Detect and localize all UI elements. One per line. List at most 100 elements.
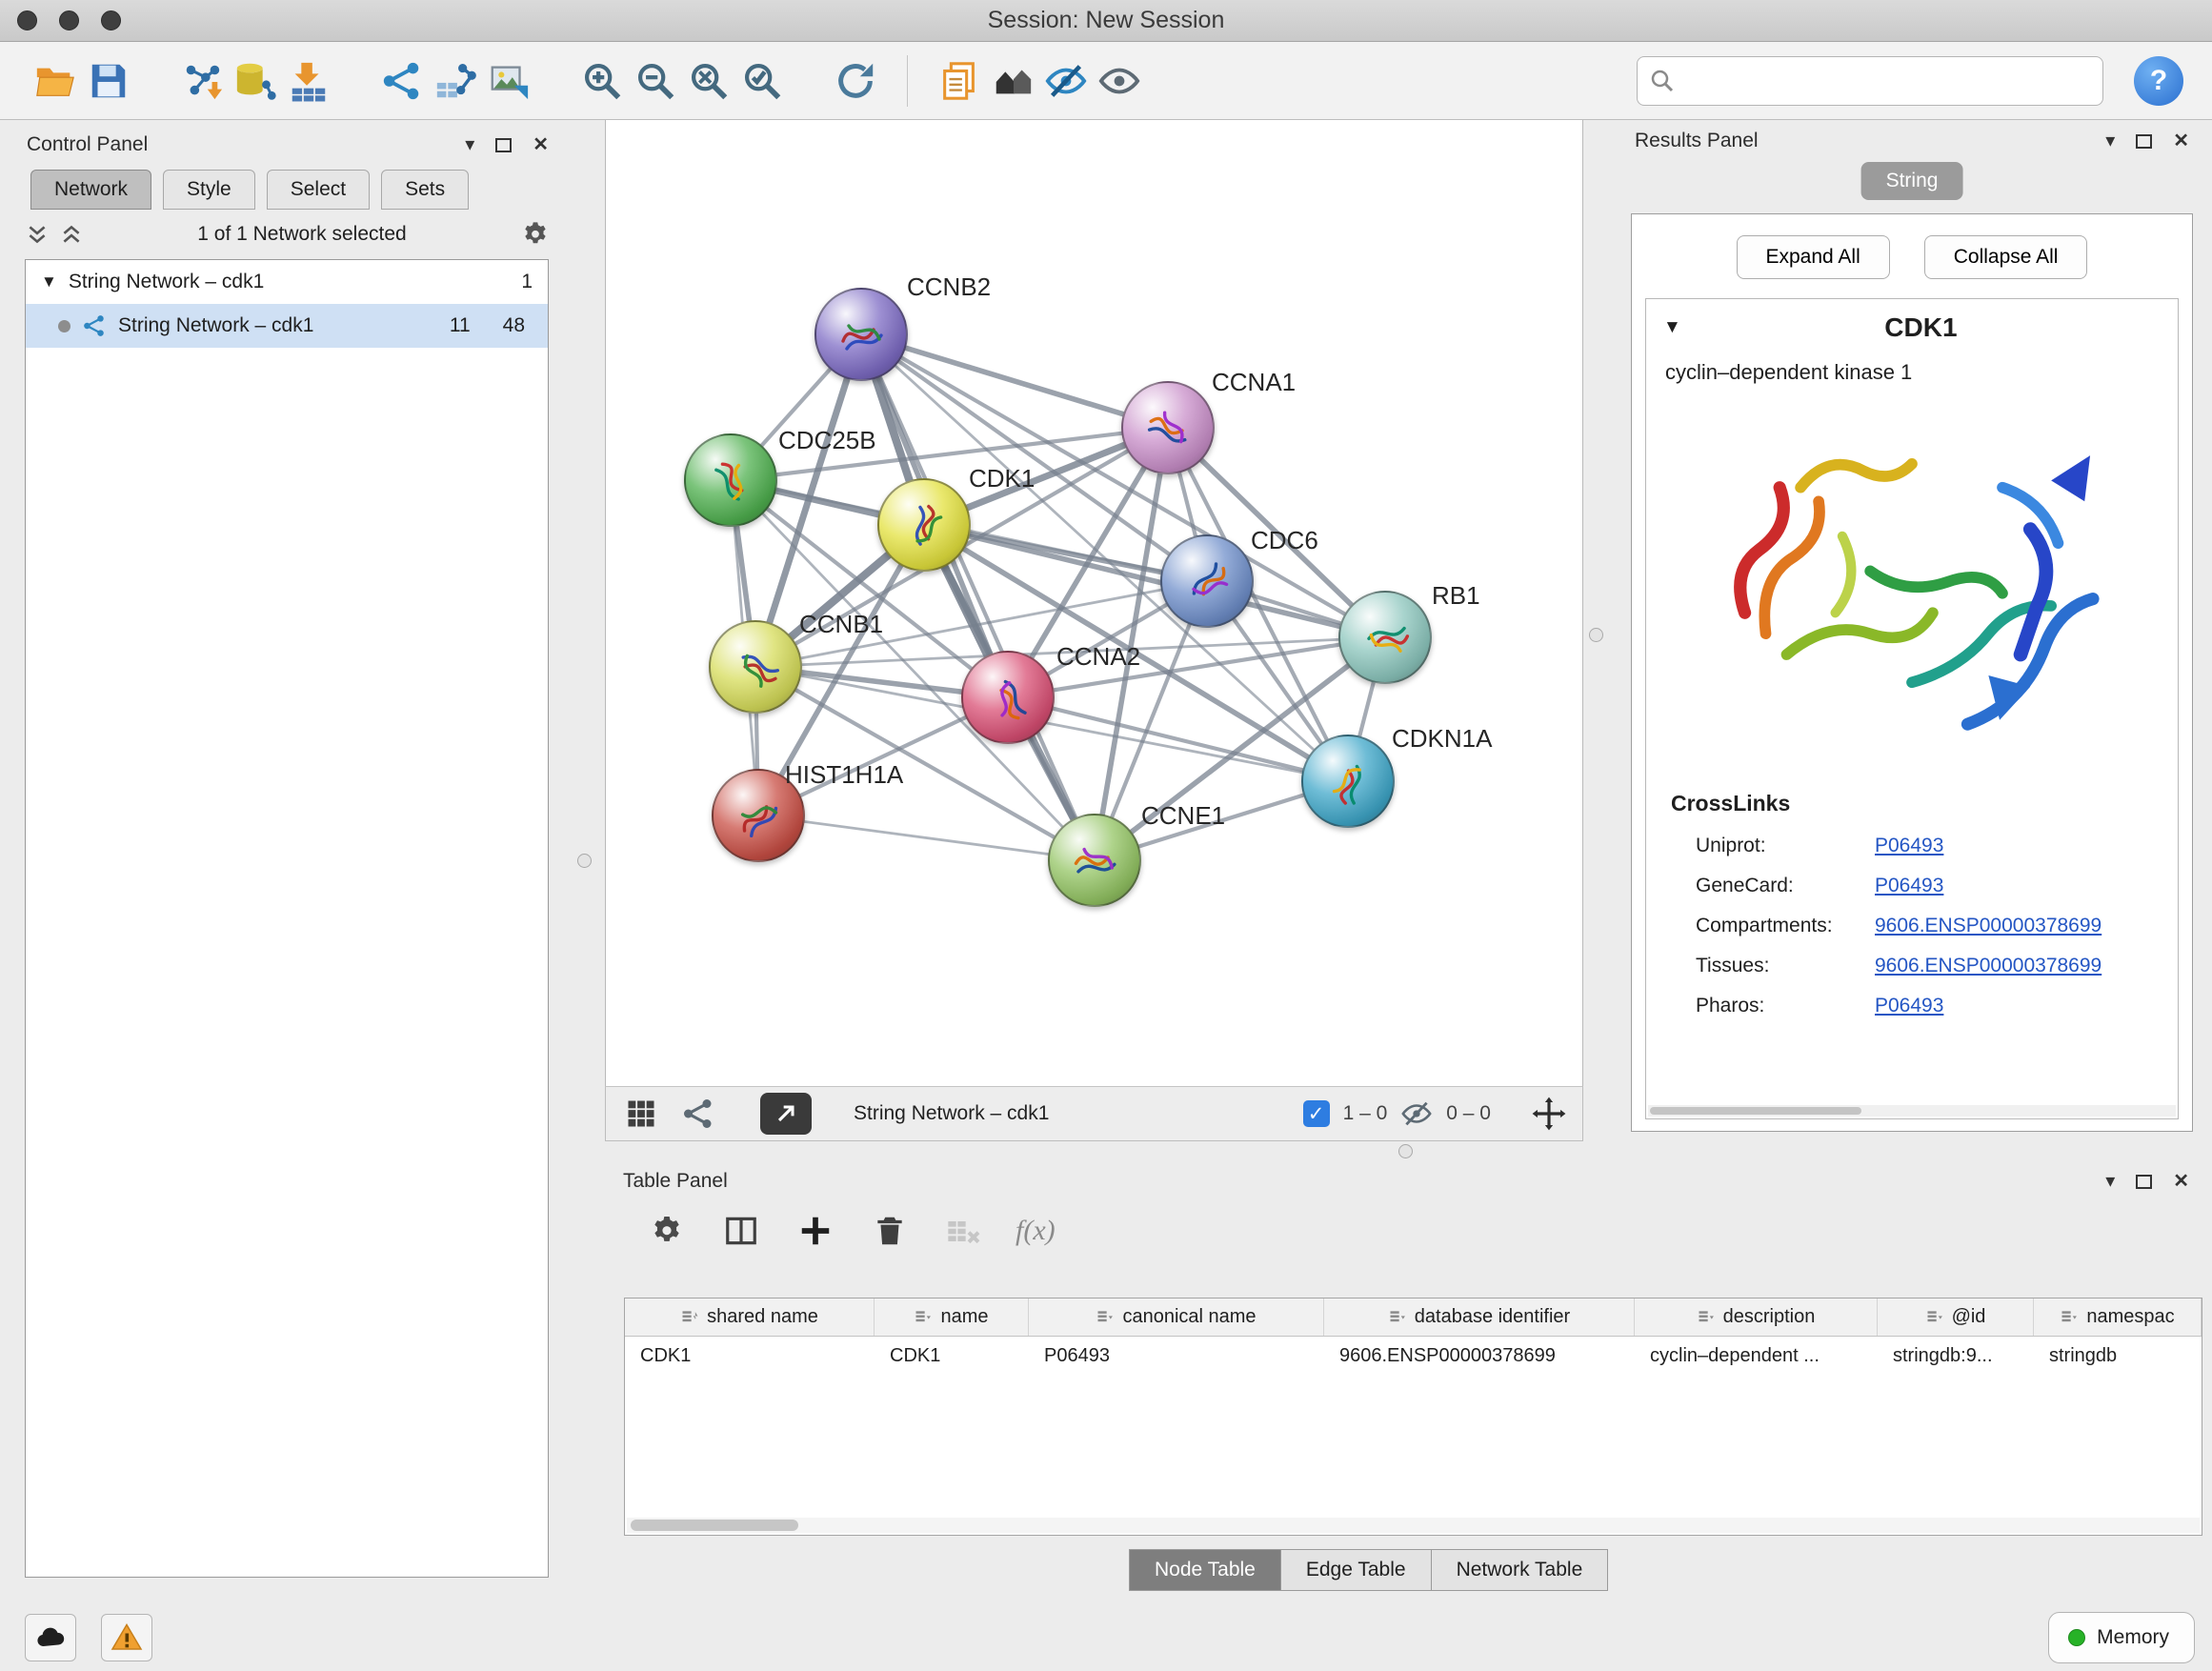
network-node-ccna1[interactable] xyxy=(1121,381,1215,474)
detach-view-button[interactable] xyxy=(760,1093,812,1135)
tissues-link[interactable]: 9606.ENSP00000378699 xyxy=(1875,955,2101,977)
tab-select[interactable]: Select xyxy=(267,170,370,210)
horizontal-scrollbar[interactable] xyxy=(627,1518,2200,1533)
compartments-link[interactable]: 9606.ENSP00000378699 xyxy=(1875,915,2101,937)
zoom-selected-button[interactable] xyxy=(735,54,789,108)
left-splitter-handle[interactable] xyxy=(577,854,592,868)
close-window-icon[interactable] xyxy=(17,10,37,30)
tab-style[interactable]: Style xyxy=(163,170,255,210)
add-column-icon[interactable] xyxy=(793,1208,838,1254)
network-node-rb1[interactable] xyxy=(1338,591,1432,684)
tab-edge-table[interactable]: Edge Table xyxy=(1281,1549,1432,1591)
column-header[interactable]: name xyxy=(875,1299,1029,1336)
memory-button[interactable]: Memory xyxy=(2048,1612,2195,1663)
string-tab-badge[interactable]: String xyxy=(1861,162,1963,200)
protein-thumbnail-image xyxy=(893,493,959,560)
minimize-window-icon[interactable] xyxy=(59,10,79,30)
network-collection-row[interactable]: ▼ String Network – cdk1 1 xyxy=(26,260,548,304)
cell-namespace[interactable]: stringdb xyxy=(2034,1345,2202,1367)
table-row[interactable]: CDK1 CDK1 P06493 9606.ENSP00000378699 cy… xyxy=(625,1337,2202,1375)
network-node-cdc25b[interactable] xyxy=(684,433,777,527)
cell-name[interactable]: CDK1 xyxy=(875,1345,1029,1367)
show-columns-icon[interactable] xyxy=(718,1208,764,1254)
function-builder-icon[interactable]: f(x) xyxy=(1016,1215,1056,1247)
network-node-ccnb2[interactable] xyxy=(814,288,908,381)
import-network-database-button[interactable] xyxy=(229,54,282,108)
delete-column-trash-icon[interactable] xyxy=(867,1208,913,1254)
cell-database-identifier[interactable]: 9606.ENSP00000378699 xyxy=(1324,1345,1635,1367)
network-node-ccne1[interactable] xyxy=(1048,814,1141,907)
column-header[interactable]: @id xyxy=(1878,1299,2034,1336)
column-header[interactable]: namespac xyxy=(2034,1299,2202,1336)
show-graphics-button[interactable] xyxy=(1093,54,1146,108)
genecard-link[interactable]: P06493 xyxy=(1875,875,1943,897)
cell-description[interactable]: cyclin–dependent ... xyxy=(1635,1345,1878,1367)
pharos-link[interactable]: P06493 xyxy=(1875,995,1943,1017)
selected-nodes-checkbox[interactable]: ✓ xyxy=(1303,1100,1330,1127)
expand-all-button[interactable]: Expand All xyxy=(1737,235,1890,279)
network-canvas[interactable]: CCNB2CCNA1CDC25BCDK1CDC6RB1CCNB1CCNA2CDK… xyxy=(605,120,1583,1086)
zoom-window-icon[interactable] xyxy=(101,10,121,30)
cell-shared-name[interactable]: CDK1 xyxy=(625,1345,875,1367)
warnings-button[interactable] xyxy=(101,1614,152,1661)
bottom-splitter-handle[interactable] xyxy=(1398,1144,1413,1158)
search-input[interactable] xyxy=(1637,56,2103,106)
panel-menu-icon[interactable]: ▾ xyxy=(465,135,474,154)
import-network-file-button[interactable] xyxy=(175,54,229,108)
close-panel-icon[interactable]: ✕ xyxy=(2173,1172,2189,1191)
save-session-button[interactable] xyxy=(82,54,135,108)
panel-menu-icon[interactable]: ▾ xyxy=(2105,1172,2115,1191)
table-settings-gear-icon[interactable] xyxy=(644,1208,690,1254)
uniprot-link[interactable]: P06493 xyxy=(1875,835,1943,857)
network-node-cdkn1a[interactable] xyxy=(1301,735,1395,828)
hide-graphics-button[interactable] xyxy=(1039,54,1093,108)
close-panel-icon[interactable]: ✕ xyxy=(2173,131,2189,151)
hidden-eye-slash-icon[interactable] xyxy=(1400,1097,1433,1130)
horizontal-scrollbar[interactable] xyxy=(1648,1105,2176,1117)
tab-sets[interactable]: Sets xyxy=(381,170,469,210)
network-node-cdk1[interactable] xyxy=(877,478,971,572)
tab-node-table[interactable]: Node Table xyxy=(1129,1549,1281,1591)
grid-view-icon[interactable] xyxy=(621,1094,661,1134)
apply-layout-button[interactable] xyxy=(829,54,882,108)
collection-expand-icon[interactable]: ▼ xyxy=(41,272,57,292)
float-panel-icon[interactable] xyxy=(2136,134,2152,149)
network-node-cdc6[interactable] xyxy=(1160,534,1254,628)
cell-canonical-name[interactable]: P06493 xyxy=(1029,1345,1324,1367)
help-button[interactable]: ? xyxy=(2134,56,2183,106)
expand-all-chevrons-icon[interactable] xyxy=(25,222,50,247)
right-splitter-handle[interactable] xyxy=(1589,628,1603,642)
zoom-fit-button[interactable] xyxy=(682,54,735,108)
collapse-section-icon[interactable]: ▼ xyxy=(1663,317,1681,338)
copy-document-button[interactable] xyxy=(933,54,986,108)
zoom-in-button[interactable] xyxy=(575,54,629,108)
home-button[interactable] xyxy=(986,54,1039,108)
gear-icon[interactable] xyxy=(520,219,551,250)
tab-network-table[interactable]: Network Table xyxy=(1432,1549,1609,1591)
network-from-table-button[interactable] xyxy=(429,54,482,108)
float-panel-icon[interactable] xyxy=(495,138,512,152)
network-row-selected[interactable]: String Network – cdk1 11 48 xyxy=(26,304,548,348)
panel-menu-icon[interactable]: ▾ xyxy=(2105,131,2115,151)
new-network-button[interactable] xyxy=(375,54,429,108)
column-header[interactable]: shared name xyxy=(625,1299,875,1336)
tab-network[interactable]: Network xyxy=(30,170,151,210)
column-header[interactable]: canonical name xyxy=(1029,1299,1324,1336)
zoom-out-button[interactable] xyxy=(629,54,682,108)
cell-id[interactable]: stringdb:9... xyxy=(1878,1345,2034,1367)
open-session-button[interactable] xyxy=(29,54,82,108)
collapse-all-button[interactable]: Collapse All xyxy=(1924,235,2088,279)
column-header[interactable]: database identifier xyxy=(1324,1299,1635,1336)
collapse-all-chevrons-icon[interactable] xyxy=(59,222,84,247)
float-panel-icon[interactable] xyxy=(2136,1175,2152,1189)
column-header[interactable]: description xyxy=(1635,1299,1878,1336)
import-table-button[interactable] xyxy=(282,54,335,108)
close-panel-icon[interactable]: ✕ xyxy=(533,135,549,154)
network-node-ccna2[interactable] xyxy=(961,651,1055,744)
network-node-label: CDC6 xyxy=(1251,526,1318,555)
pan-crosshair-icon[interactable] xyxy=(1531,1096,1567,1132)
network-node-ccnb1[interactable] xyxy=(709,620,802,714)
network-view-icon[interactable] xyxy=(678,1094,718,1134)
cloud-status-button[interactable] xyxy=(25,1614,76,1661)
export-image-button[interactable] xyxy=(482,54,535,108)
